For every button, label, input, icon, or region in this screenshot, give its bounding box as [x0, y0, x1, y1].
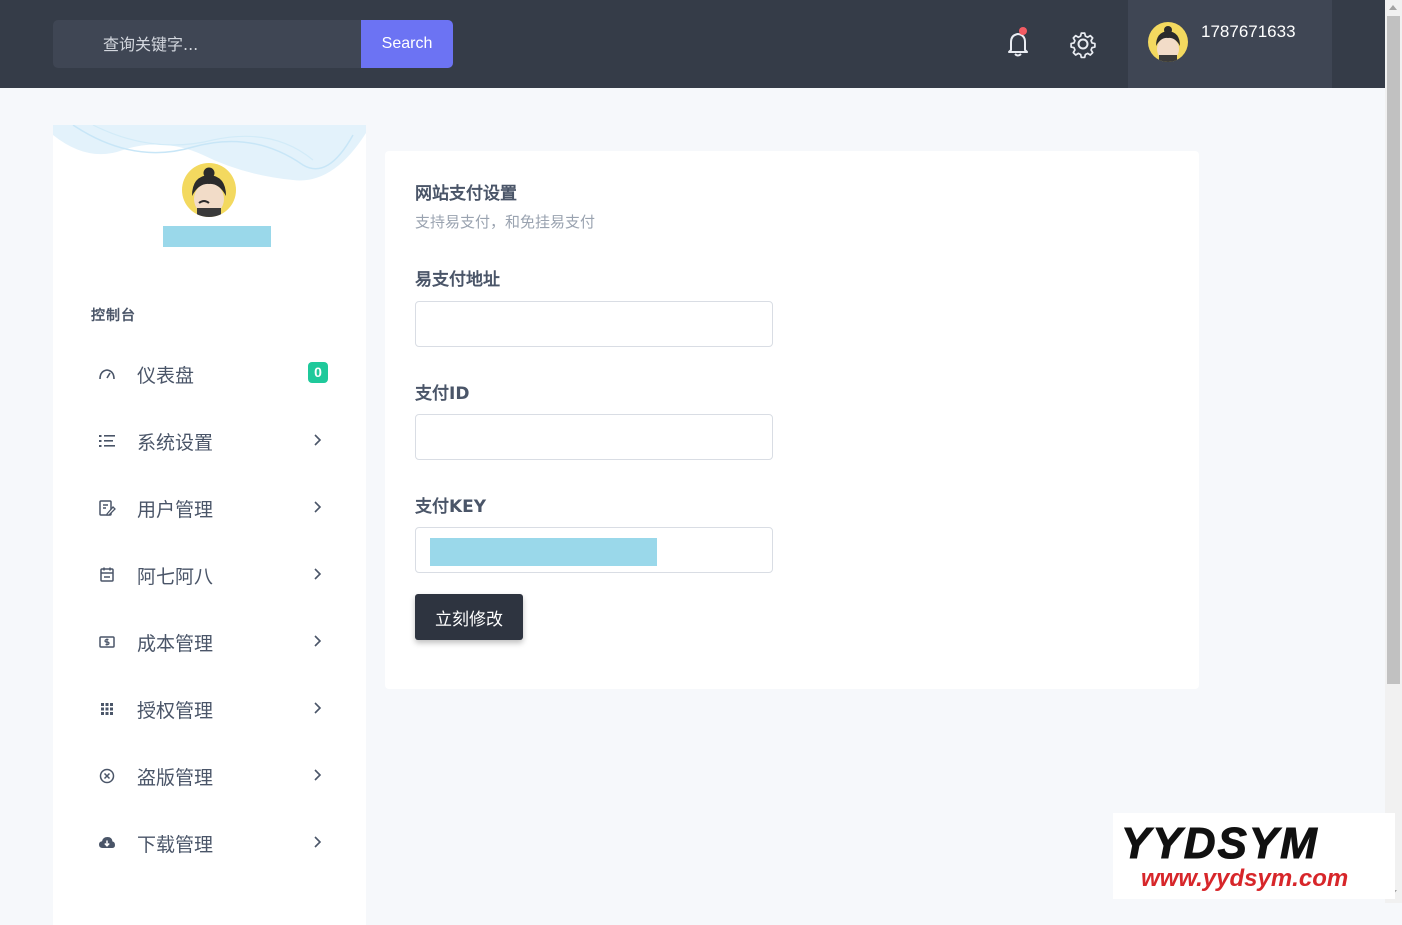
page-scrollbar[interactable] — [1385, 0, 1402, 903]
close-circle-icon — [99, 768, 115, 784]
page-subtitle: 支持易支付，和免挂易支付 — [415, 213, 596, 231]
sidebar-item-system-settings[interactable]: 系统设置 — [53, 415, 366, 465]
chevron-right-icon — [314, 836, 322, 848]
pay-key-label: 支付KEY — [415, 497, 487, 517]
chevron-right-icon — [314, 568, 322, 580]
sidebar-item-license-management[interactable]: 授权管理 — [53, 683, 366, 733]
submit-button[interactable]: 立刻修改 — [415, 594, 523, 640]
sidebar-item-user-management[interactable]: 用户管理 — [53, 482, 366, 532]
sidebar-item-label: 盗版管理 — [137, 767, 214, 789]
sidebar-item-dashboard[interactable]: 仪表盘 0 — [53, 348, 366, 398]
sidebar-item-download-management[interactable]: 下载管理 — [53, 817, 366, 867]
sidebar-item-label: 用户管理 — [137, 499, 214, 521]
pay-id-input[interactable] — [415, 414, 773, 460]
username-label: 1787671633 — [1201, 22, 1296, 41]
pay-key-redaction — [430, 538, 657, 566]
edit-user-icon — [99, 500, 116, 516]
chevron-right-icon — [314, 635, 322, 647]
sidebar-item-cost-management[interactable]: 成本管理 — [53, 616, 366, 666]
scroll-up-arrow[interactable] — [1389, 5, 1397, 10]
bell-icon — [1008, 33, 1028, 57]
epay-url-label: 易支付地址 — [415, 270, 500, 290]
scroll-thumb[interactable] — [1387, 16, 1400, 684]
search-input[interactable] — [53, 20, 361, 68]
pay-id-label: 支付ID — [415, 384, 470, 404]
sidebar-item-label: 系统设置 — [137, 432, 214, 454]
page-title: 网站支付设置 — [415, 184, 517, 204]
profile-name-mask — [163, 226, 271, 247]
calendar-icon — [100, 567, 114, 582]
sidebar-item-label: 下载管理 — [137, 834, 214, 856]
count-badge: 0 — [308, 362, 328, 383]
sidebar-item-label: 仪表盘 — [137, 365, 195, 387]
chevron-right-icon — [314, 434, 322, 446]
sidebar-item-label: 成本管理 — [137, 633, 214, 655]
list-icon — [99, 435, 115, 447]
search-button[interactable]: Search — [361, 20, 453, 68]
chevron-right-icon — [314, 501, 322, 513]
notifications-button[interactable] — [1002, 27, 1034, 59]
sidebar-section-title: 控制台 — [91, 308, 136, 324]
watermark-title: YYDSYM — [1121, 819, 1319, 869]
sidebar-item-label: 授权管理 — [137, 700, 214, 722]
sidebar: 控制台 仪表盘 0 系统设置 用户管理 阿七阿八 成本管理 授权管理 盗版管理 … — [53, 125, 366, 925]
chevron-right-icon — [314, 769, 322, 781]
epay-url-input[interactable] — [415, 301, 773, 347]
dashboard-gauge-icon — [99, 369, 115, 380]
gear-icon — [1070, 32, 1096, 59]
grid-icon — [101, 703, 113, 715]
profile-avatar[interactable] — [182, 163, 236, 217]
sidebar-item-aqiaba[interactable]: 阿七阿八 — [53, 549, 366, 599]
notification-dot — [1019, 27, 1027, 35]
sidebar-item-label: 阿七阿八 — [137, 566, 214, 588]
search-bar: Search — [53, 20, 453, 68]
watermark-logo: YYDSYM www.yydsym.com — [1113, 813, 1395, 899]
settings-button[interactable] — [1067, 27, 1099, 59]
payment-settings-card: 网站支付设置 支持易支付，和免挂易支付 易支付地址 支付ID 支付KEY 立刻修… — [385, 151, 1199, 689]
money-icon — [99, 636, 115, 648]
watermark-url: www.yydsym.com — [1141, 865, 1349, 892]
sidebar-item-piracy-management[interactable]: 盗版管理 — [53, 750, 366, 800]
cloud-download-icon — [99, 837, 115, 848]
chevron-right-icon — [314, 702, 322, 714]
avatar — [1148, 22, 1188, 62]
top-navbar: Search 1787671633 — [0, 0, 1385, 88]
user-menu[interactable]: 1787671633 — [1128, 0, 1332, 88]
